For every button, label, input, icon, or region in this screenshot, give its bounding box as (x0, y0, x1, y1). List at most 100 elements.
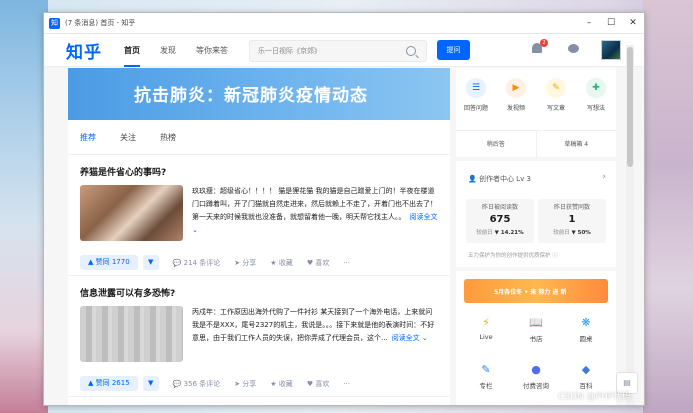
card-excerpt[interactable]: 丙戍年：工作原因出海外代购了一件衬衫 某天接到了一个海外电话，上来就问我是不是X… (192, 306, 438, 345)
protection-note[interactable]: 五力保护为你的创作提供优质保护 ⓘ (468, 251, 558, 259)
comment-count: 356 条评论 (183, 379, 221, 388)
comment-button[interactable]: 💬 214 条评论 (173, 258, 221, 268)
create-panel: ☰ 回答问题 ▶ 发视频 ✎ 写文章 ✚ 写想法 稍后答 草稿箱 4 (456, 68, 616, 158)
desktop-background-right (643, 0, 693, 413)
post-video-entry[interactable]: ▶ 发视频 (496, 78, 536, 112)
tool-label: 圆桌 (579, 335, 593, 343)
tool-bookstore[interactable]: 📖 书店 (516, 316, 556, 343)
upvote-button[interactable]: ▲ 赞同 1770 (80, 255, 138, 270)
promo-banner[interactable]: 5月各位冬 • 来 努力 进 新 (464, 279, 608, 303)
message-icon[interactable] (568, 44, 579, 53)
encyclopedia-icon: ◆ (581, 363, 591, 376)
creator-center-header[interactable]: 👤 创作者中心 Lv 3 (468, 174, 531, 184)
card-thumbnail[interactable] (80, 306, 183, 362)
upvote-button[interactable]: ▲ 赞同 2615 (80, 376, 138, 391)
idea-label: 写想法 (586, 105, 605, 112)
chevron-right-icon[interactable]: › (602, 172, 606, 182)
write-idea-entry[interactable]: ✚ 写想法 (576, 78, 616, 112)
nav-discover[interactable]: 发现 (160, 45, 176, 56)
epidemic-banner[interactable]: 抗击肺炎：新冠肺炎疫情动态 (68, 68, 450, 120)
stat-delta: 较前日 ▼ 50% (553, 230, 591, 236)
comment-button[interactable]: 💬 356 条评论 (173, 379, 221, 389)
zhihu-logo[interactable]: 知乎 (66, 38, 102, 63)
card-actions: ▲ 赞同 1770 ▼ 💬 214 条评论 ➤ 分享 ★ 收藏 ♥ 喜欢 ··· (80, 255, 350, 270)
zhihu-app-icon: 知 (49, 17, 60, 29)
tool-live[interactable]: ⚡ Live (466, 316, 506, 341)
like-label: 喜欢 (315, 379, 330, 388)
scrollbar[interactable] (626, 45, 634, 405)
tool-roundtable[interactable]: ❋ 圆桌 (566, 316, 606, 343)
like-label: 喜欢 (315, 258, 330, 267)
share-button[interactable]: ➤ 分享 (234, 379, 256, 389)
card-thumbnail[interactable] (80, 185, 183, 241)
downvote-button[interactable]: ▼ (142, 376, 159, 391)
feed-column: 抗击肺炎：新冠肺炎疫情动态 推荐 关注 热榜 养猫是件省心的事吗? 玖玖瘦：超级… (68, 68, 450, 405)
avatar[interactable] (601, 40, 621, 60)
tab-follow[interactable]: 关注 (120, 132, 136, 143)
stat-value: 1 (568, 214, 576, 225)
search-icon[interactable] (406, 46, 416, 56)
tab-hot[interactable]: 热榜 (160, 132, 176, 143)
downvote-button[interactable]: ▼ (142, 255, 159, 270)
feed-card: 信息泄露可以有多恐怖? 丙戍年：工作原因出海外代购了一件衬衫 某天接到了一个海外… (68, 276, 450, 397)
minimize-button[interactable]: – (578, 18, 600, 28)
read-more-link[interactable]: 阅读全文 ⌄ (392, 334, 428, 342)
tool-label: 付费咨询 (523, 382, 549, 390)
more-options-button[interactable]: ··· (343, 259, 350, 267)
column-pen-icon: ✎ (481, 363, 491, 376)
drafts-row: 稍后答 草稿箱 4 (456, 130, 616, 158)
share-button[interactable]: ➤ 分享 (234, 258, 256, 268)
tool-column[interactable]: ✎ 专栏 (466, 363, 506, 390)
watermark: CSDN @PHP代码 (558, 392, 632, 402)
stat-delta: 较前日 ▼ 14.21% (476, 230, 524, 236)
scrollbar-thumb[interactable] (627, 47, 633, 167)
share-label: 分享 (242, 379, 257, 388)
tool-label: 专栏 (479, 382, 493, 390)
close-button[interactable]: ✕ (622, 18, 644, 28)
drafts-button[interactable]: 草稿箱 4 (537, 131, 617, 158)
notification-badge: 2 (540, 39, 548, 47)
creator-center-panel: 👤 创作者中心 Lv 3 › 昨日被阅读数 675 较前日 ▼ 14.21% 昨… (456, 161, 616, 267)
write-article-entry[interactable]: ✎ 写文章 (536, 78, 576, 112)
card-title[interactable]: 养猫是件省心的事吗? (80, 165, 166, 178)
creator-center-title: 创作者中心 Lv 3 (478, 175, 531, 183)
tool-paid-consult[interactable]: ● 付费咨询 (516, 363, 556, 390)
promo-text: 5月各位冬 • 来 努力 进 新 (494, 289, 567, 296)
like-button[interactable]: ♥ 喜欢 (307, 379, 330, 389)
article-label: 写文章 (546, 105, 565, 112)
browser-window: 知 (7 条消息) 首页 - 知乎 – ☐ ✕ 知乎 首页 发现 等你来答 乐一… (43, 12, 645, 406)
maximize-button[interactable]: ☐ (600, 18, 622, 28)
card-actions: ▲ 赞同 2615 ▼ 💬 356 条评论 ➤ 分享 ★ 收藏 ♥ 喜欢 ··· (80, 376, 350, 391)
tool-encyclopedia[interactable]: ◆ 百科 (566, 363, 606, 390)
ask-button[interactable]: 提问 (437, 40, 470, 60)
title-bar: 知 (7 条消息) 首页 - 知乎 – ☐ ✕ (44, 13, 644, 34)
favorite-label: 收藏 (278, 258, 293, 267)
more-options-button[interactable]: ··· (343, 380, 350, 388)
favorite-button[interactable]: ★ 收藏 (270, 258, 293, 268)
window-controls: – ☐ ✕ (578, 18, 644, 28)
banner-text: 抗击肺炎：新冠肺炎疫情动态 (134, 86, 368, 106)
answer-question-entry[interactable]: ☰ 回答问题 (456, 78, 496, 112)
favorite-label: 收藏 (278, 379, 293, 388)
answer-later-button[interactable]: 稍后答 (456, 131, 537, 158)
tool-label: Live (479, 333, 493, 341)
favorite-button[interactable]: ★ 收藏 (270, 379, 293, 389)
card-title[interactable]: 信息泄露可以有多恐怖? (80, 286, 175, 299)
stat-label: 昨日获赞同数 (553, 204, 590, 211)
nav-waiting-answers[interactable]: 等你来答 (196, 45, 228, 56)
answer-label: 回答问题 (463, 105, 488, 112)
card-excerpt[interactable]: 玖玖瘦：超级省心！！！！ 猫是狸花猫 我的猫是自己蹭爱上门的！半夜在楼道门口蹲着… (192, 185, 438, 237)
nav-home[interactable]: 首页 (124, 45, 140, 67)
pen-icon: ✎ (546, 78, 566, 98)
tab-recommend[interactable]: 推荐 (80, 132, 96, 143)
like-button[interactable]: ♥ 喜欢 (307, 258, 330, 268)
idea-icon: ✚ (586, 78, 606, 98)
comment-count: 214 条评论 (183, 258, 221, 267)
upvote-count-stat: 昨日获赞同数 1 较前日 ▼ 50% (538, 199, 606, 243)
consult-icon: ● (531, 363, 541, 376)
tools-panel: 5月各位冬 • 来 努力 进 新 ⚡ Live 📖 书店 ❋ 圆桌 ✎ 专栏 ●… (456, 271, 616, 405)
tool-label: 书店 (529, 335, 543, 343)
stat-label: 昨日被阅读数 (481, 204, 518, 211)
answer-icon: ☰ (466, 78, 486, 98)
search-input[interactable]: 乐一日视际《京郊》 (249, 40, 427, 62)
